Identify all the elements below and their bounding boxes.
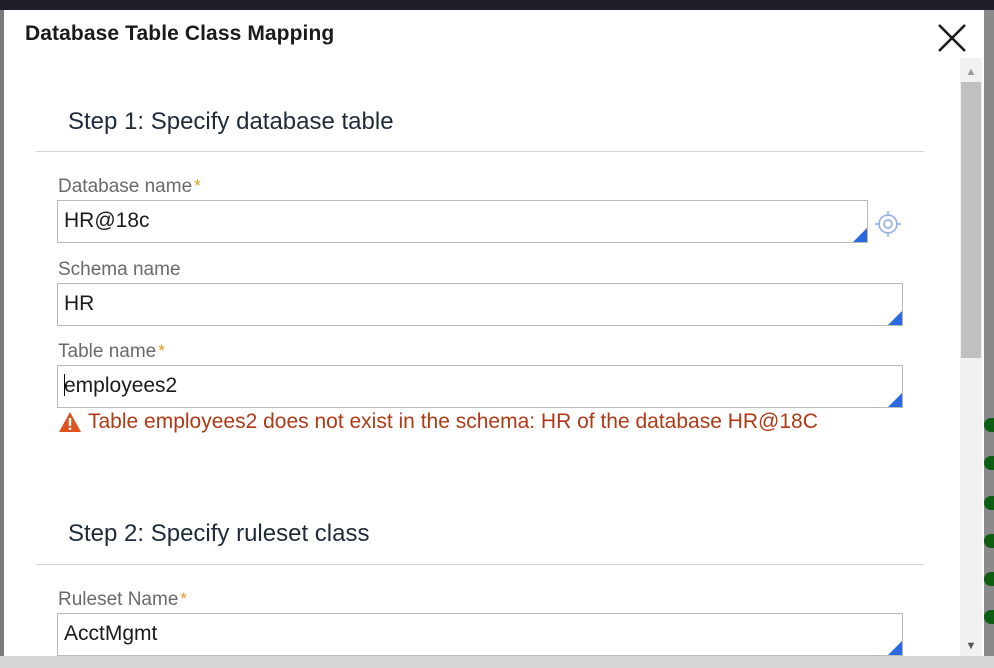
schema-name-label: Schema name (58, 259, 181, 281)
database-name-value: HR@18c (64, 209, 150, 232)
scroll-down-icon[interactable]: ▼ (960, 636, 982, 656)
step1-heading: Step 1: Specify database table (68, 108, 394, 135)
autocomplete-corner-icon (888, 641, 902, 655)
required-indicator: * (180, 589, 188, 608)
autocomplete-corner-icon (888, 311, 902, 325)
table-name-field[interactable]: employees2 (57, 365, 903, 408)
table-name-value: employees2 (64, 374, 178, 397)
table-error-message: Table employees2 does not exist in the s… (58, 410, 818, 434)
ruleset-name-label: Ruleset Name * (58, 589, 187, 611)
ruleset-name-label-text: Ruleset Name (58, 589, 179, 610)
database-name-label-text: Database name (58, 176, 193, 197)
table-name-label: Table name * (58, 341, 165, 363)
close-icon (938, 24, 966, 52)
modal-title: Database Table Class Mapping (25, 22, 335, 45)
ruleset-name-field[interactable]: AcctMgmt (57, 613, 903, 656)
background-topbar (0, 0, 994, 10)
required-indicator: * (194, 176, 201, 195)
scroll-up-icon[interactable]: ▲ (960, 62, 982, 82)
error-text: Table employees2 does not exist in the s… (88, 410, 818, 433)
background-right-panel (984, 10, 994, 668)
required-indicator: * (158, 341, 165, 360)
database-name-label: Database name * (58, 176, 201, 198)
step1-divider (36, 151, 924, 152)
modal-scrollbar[interactable]: ▲ ▼ (960, 58, 982, 656)
step2-divider (36, 564, 924, 565)
table-name-label-text: Table name (58, 341, 157, 362)
database-name-field[interactable]: HR@18c (57, 200, 868, 243)
autocomplete-corner-icon (853, 228, 867, 242)
scrollbar-thumb[interactable] (961, 82, 981, 358)
step2-heading: Step 2: Specify ruleset class (68, 520, 370, 547)
schema-name-field[interactable]: HR (57, 283, 903, 326)
close-button[interactable] (934, 20, 970, 56)
schema-name-value: HR (64, 292, 95, 315)
ruleset-name-value: AcctMgmt (64, 622, 158, 645)
database-table-class-mapping-dialog: Database Table Class Mapping Step 1: Spe… (4, 10, 984, 656)
target-icon[interactable] (874, 210, 902, 238)
background-bottom (0, 656, 994, 668)
schema-name-label-text: Schema name (58, 259, 181, 280)
autocomplete-corner-icon (888, 393, 902, 407)
warning-icon (59, 412, 81, 432)
